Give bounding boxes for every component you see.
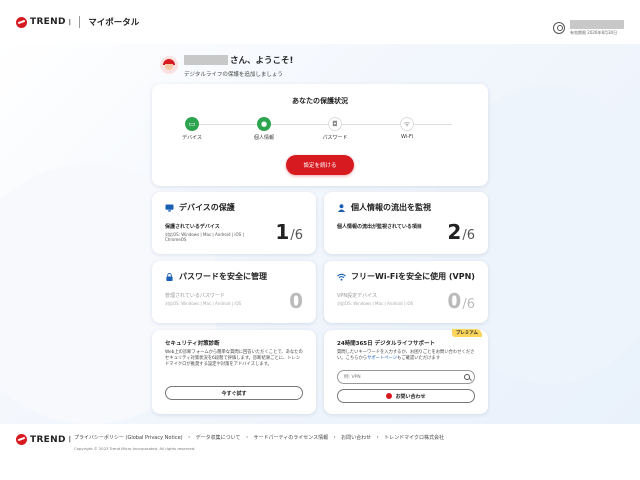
password-manager-card[interactable]: パスワードを安全に管理 管理されているパスワード 対応OS: Windows |… xyxy=(152,261,316,323)
vpn-card[interactable]: フリーWi-Fiを安全に使用 (VPN) VPN設定デバイス 対応OS: Win… xyxy=(324,261,488,323)
protection-status-card: あなたの保護状況 ▭ デバイス ● 個人情報 ◘ パスワード ᯤ Wi-Fi 設… xyxy=(152,84,488,186)
expiry-date: 有効期限 2026年8月30日 xyxy=(570,30,618,35)
count-value: 2 xyxy=(447,220,462,244)
card-title: フリーWi-Fiを安全に使用 (VPN) xyxy=(351,272,475,281)
step-identity: ● 個人情報 xyxy=(239,117,289,141)
wifi-icon xyxy=(337,273,346,281)
support-card: プレミアム 24時間365日 デジタルライフサポート 質問したいキーワードを入力… xyxy=(324,329,488,414)
count-total: /6 xyxy=(290,228,303,243)
count-total-value: 6 xyxy=(466,297,475,312)
count-value: 0 xyxy=(289,289,303,313)
data-collection-link[interactable]: データ収集について xyxy=(196,434,241,441)
trend-logo-icon xyxy=(16,16,27,28)
link-separator: ・ xyxy=(186,435,192,441)
card-os-note: 対応OS: Windows | Mac | Android | iOS xyxy=(165,301,242,306)
monitor-icon xyxy=(165,203,174,212)
step-label: Wi-Fi xyxy=(401,134,413,140)
main-content: さん、ようこそ! デジタルライフの保護を追加しましょう あなたの保護状況 ▭ デ… xyxy=(0,0,640,480)
desc-text: もご確認いただけます xyxy=(397,355,441,361)
wifi-icon: ᯤ xyxy=(400,117,414,131)
person-icon xyxy=(337,203,346,212)
contact-link[interactable]: お問い合わせ xyxy=(341,434,371,441)
step-wifi: ᯤ Wi-Fi xyxy=(382,117,432,140)
card-label: 個人情報の流出が監視されている項目 xyxy=(337,224,422,230)
brand-mark-suffix: | xyxy=(68,18,72,26)
count-total: /6 xyxy=(462,297,475,312)
security-check-card: セキュリティ対策診断 Web上の診断フォームから簡単な質問に回答いただくことで、… xyxy=(152,330,316,414)
user-name-redacted xyxy=(570,20,624,29)
company-link[interactable]: トレンドマイクロ株式会社 xyxy=(384,434,444,441)
greeting-subtitle: デジタルライフの保護を追加しましょう xyxy=(184,72,283,78)
third-party-license-link[interactable]: サードパーティのライセンス情報 xyxy=(254,434,329,441)
card-label: 保護されているデバイス xyxy=(165,224,220,230)
lock-icon xyxy=(166,272,173,281)
trend-logo[interactable]: TREND | xyxy=(16,16,72,28)
brand-text: TREND xyxy=(30,434,66,445)
contact-label: お問い合わせ xyxy=(395,393,426,400)
count-total-value: 6 xyxy=(466,228,475,243)
search-icon[interactable] xyxy=(464,374,470,380)
greeting-text: さん、ようこそ! xyxy=(230,56,294,66)
greeting-name-redacted xyxy=(184,55,228,65)
monitor-icon: ▭ xyxy=(185,117,199,131)
support-search-input[interactable]: 例: VPN xyxy=(337,370,475,384)
copyright: Copyright © 2023 Trend Micro Incorporate… xyxy=(74,446,196,451)
top-header: TREND | マイポータル 有効期限 2026年8月30日 xyxy=(0,0,640,44)
card-description: Web上の診断フォームから簡単な質問に回答いただくことで、あなたのセキュリティ対… xyxy=(165,350,303,367)
step-label: パスワード xyxy=(322,135,348,141)
header-divider xyxy=(79,16,81,28)
link-separator: ・ xyxy=(332,435,338,441)
password-count: 0 xyxy=(289,289,303,313)
step-label: 個人情報 xyxy=(253,135,274,141)
privacy-policy-link[interactable]: プライバシーポリシー (Global Privacy Notice) xyxy=(74,434,183,441)
link-separator: ・ xyxy=(375,435,381,441)
card-title: セキュリティ対策診断 xyxy=(165,341,220,347)
search-placeholder: 例: VPN xyxy=(344,375,361,380)
avatar xyxy=(160,56,178,74)
footer-links: プライバシーポリシー (Global Privacy Notice) ・ データ… xyxy=(74,434,444,441)
footer-logo[interactable]: TREND | xyxy=(16,434,71,445)
card-description: 質問したいキーワードを入力するか、お困りごとをお問い合わせください。こちらからサ… xyxy=(337,350,475,362)
step-device: ▭ デバイス xyxy=(167,117,217,141)
card-title: パスワードを安全に管理 xyxy=(179,272,267,281)
support-icon xyxy=(386,393,393,399)
vpn-count: 0/6 xyxy=(447,289,475,313)
card-title: デバイスの保護 xyxy=(179,203,235,212)
brand-mark-suffix: | xyxy=(68,436,72,443)
count-value: 0 xyxy=(447,289,462,313)
count-total: /6 xyxy=(462,228,475,243)
link-separator: ・ xyxy=(244,435,250,441)
card-title: 個人情報の流出を監視 xyxy=(351,203,431,212)
card-label: 管理されているパスワード xyxy=(165,293,225,299)
card-label: VPN設定デバイス xyxy=(337,293,378,299)
try-now-button[interactable]: 今すぐ試す xyxy=(165,386,303,400)
step-password: ◘ パスワード xyxy=(310,117,360,141)
contact-button[interactable]: お問い合わせ xyxy=(337,389,475,403)
card-os-note: 対応OS: Windows | Mac | Android | iOS xyxy=(337,301,414,306)
lock-icon: ◘ xyxy=(328,117,342,131)
status-title: あなたの保護状況 xyxy=(292,97,348,105)
device-count: 1/6 xyxy=(275,220,303,244)
user-menu[interactable]: 有効期限 2026年8月30日 xyxy=(553,20,624,36)
premium-badge: プレミアム xyxy=(451,329,482,337)
card-title: 24時間365日 デジタルライフサポート xyxy=(337,341,435,347)
greeting: さん、ようこそ! デジタルライフの保護を追加しましょう xyxy=(160,54,293,78)
support-page-link[interactable]: サポートページ xyxy=(367,356,397,361)
status-steps: ▭ デバイス ● 個人情報 ◘ パスワード ᯤ Wi-Fi xyxy=(182,117,452,145)
card-os-note: 対応OS: Windows | Mac | Android | iOS | Ch… xyxy=(165,232,244,243)
user-icon xyxy=(553,22,565,34)
person-icon: ● xyxy=(257,117,271,131)
footer: TREND | プライバシーポリシー (Global Privacy Notice… xyxy=(0,424,640,480)
brand-text: TREND xyxy=(30,17,66,27)
continue-setup-button[interactable]: 設定を続ける xyxy=(286,155,354,175)
identity-count: 2/6 xyxy=(447,220,475,244)
identity-monitor-card[interactable]: 個人情報の流出を監視 個人情報の流出が監視されている項目 2/6 xyxy=(324,192,488,254)
device-protection-card[interactable]: デバイスの保護 保護されているデバイス 対応OS: Windows | Mac … xyxy=(152,192,316,254)
page-title: マイポータル xyxy=(88,18,140,28)
trend-logo-icon xyxy=(16,434,27,445)
count-value: 1 xyxy=(275,220,290,244)
count-total-value: 6 xyxy=(294,228,303,243)
step-label: デバイス xyxy=(182,135,202,141)
